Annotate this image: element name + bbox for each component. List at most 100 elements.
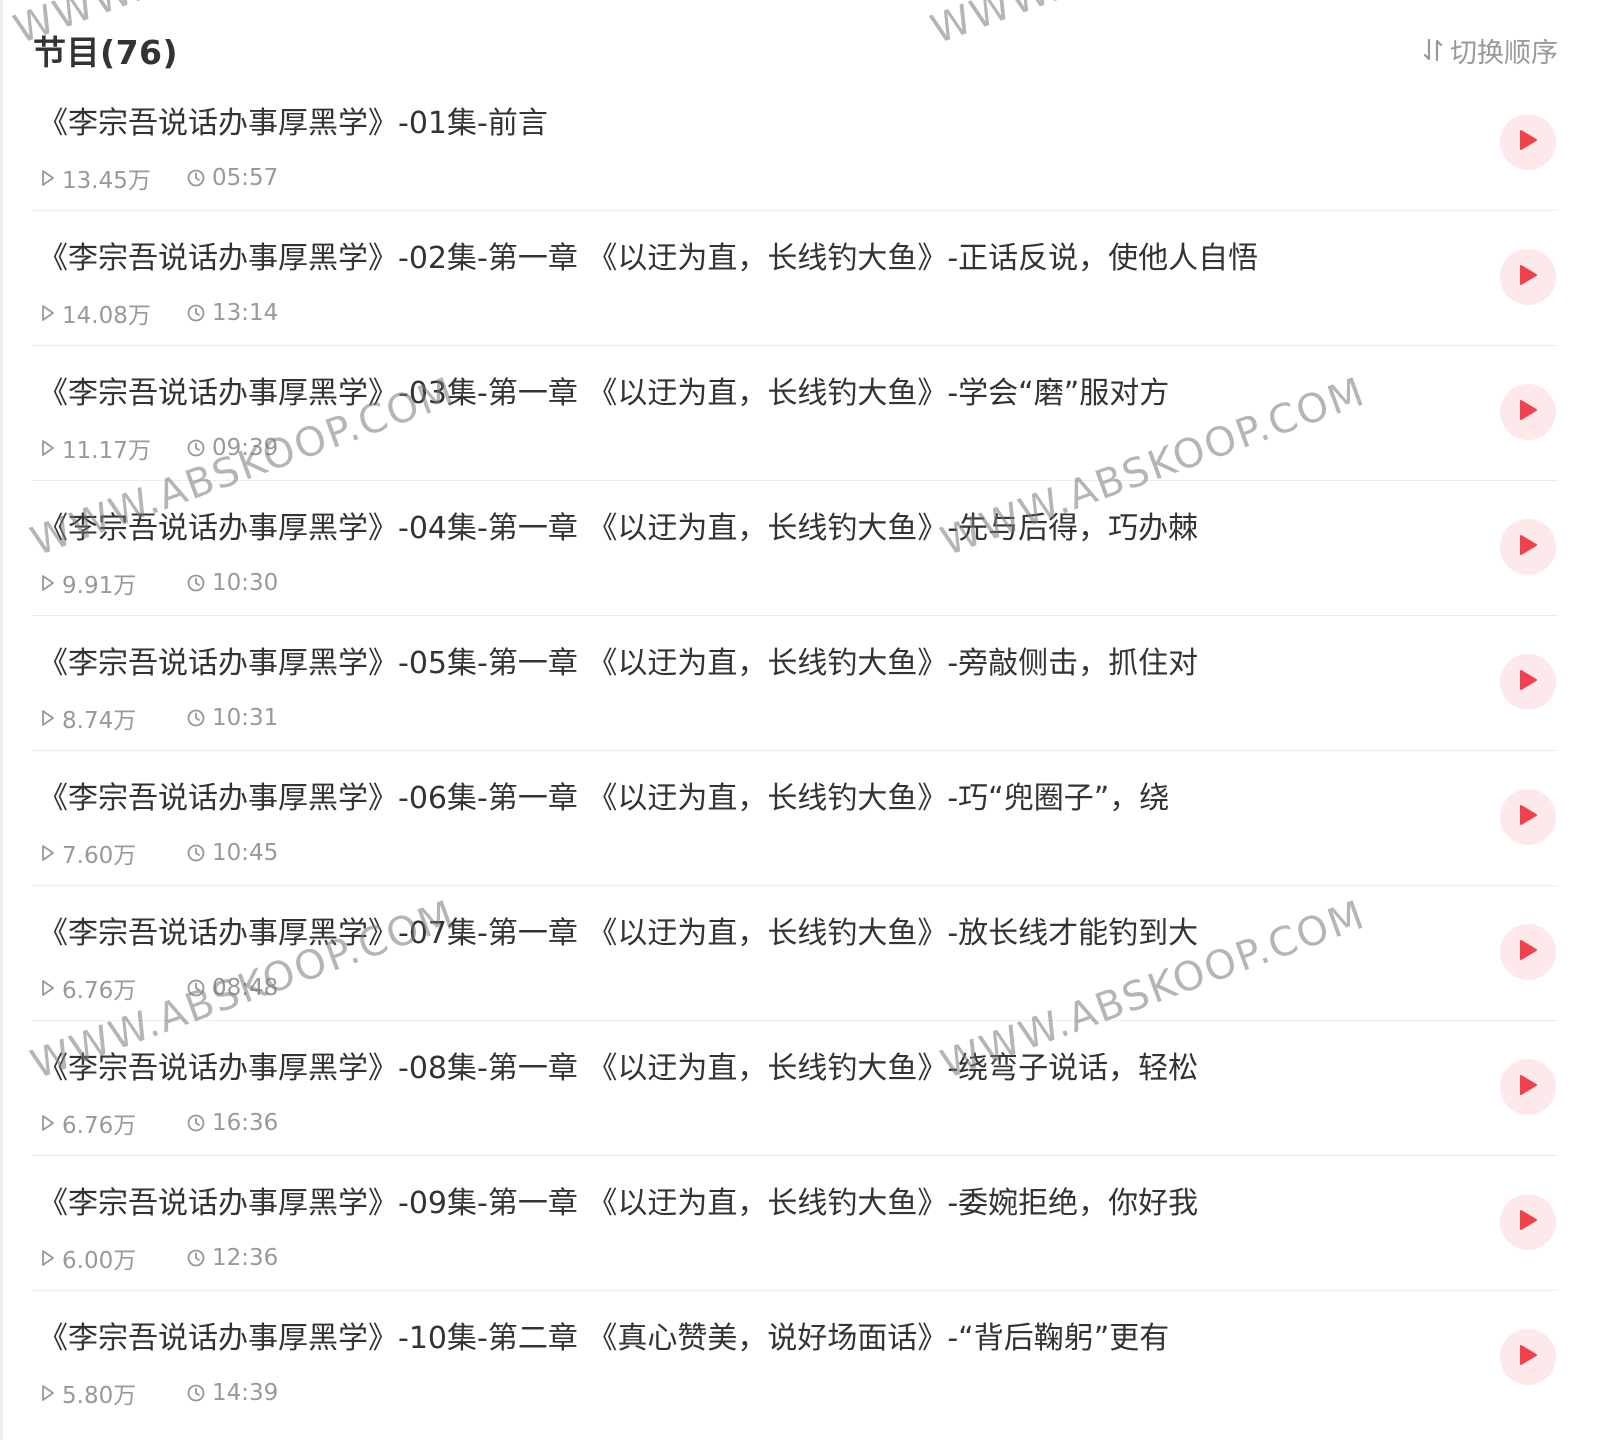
duration: 05:57 bbox=[186, 165, 278, 191]
episode-title[interactable]: 《李宗吾说话办事厚黑学》-04集-第一章 《以迂为直，长线钓大鱼》-先与后得，巧… bbox=[38, 503, 1438, 547]
episode-meta: 14.08万 13:14 bbox=[40, 296, 278, 330]
play-button[interactable] bbox=[1500, 249, 1556, 305]
play-button[interactable] bbox=[1500, 924, 1556, 980]
sort-order-icon bbox=[1422, 37, 1444, 63]
left-border bbox=[0, 0, 3, 1440]
episode-row[interactable]: 《李宗吾说话办事厚黑学》-01集-前言 13.45万 05:57 bbox=[32, 76, 1558, 211]
duration-value: 10:45 bbox=[212, 840, 279, 866]
play-button[interactable] bbox=[1500, 114, 1556, 170]
episode-row[interactable]: 《李宗吾说话办事厚黑学》-07集-第一章 《以迂为直，长线钓大鱼》-放长线才能钓… bbox=[32, 886, 1558, 1021]
page-title: 节目(76) bbox=[33, 33, 179, 72]
episode-title[interactable]: 《李宗吾说话办事厚黑学》-08集-第一章 《以迂为直，长线钓大鱼》-绕弯子说话，… bbox=[38, 1043, 1438, 1087]
episode-meta: 9.91万 10:30 bbox=[40, 566, 278, 600]
episode-row[interactable]: 《李宗吾说话办事厚黑学》-05集-第一章 《以迂为直，长线钓大鱼》-旁敲侧击，抓… bbox=[32, 616, 1558, 751]
episode-row[interactable]: 《李宗吾说话办事厚黑学》-06集-第一章 《以迂为直，长线钓大鱼》-巧“兜圈子”… bbox=[32, 751, 1558, 886]
play-count-value: 13.45万 bbox=[62, 168, 151, 194]
episode-meta: 5.80万 14:39 bbox=[40, 1376, 278, 1410]
clock-icon bbox=[186, 978, 206, 998]
duration-value: 10:30 bbox=[212, 570, 279, 596]
episode-title[interactable]: 《李宗吾说话办事厚黑学》-10集-第二章 《真心赞美，说好场面话》-“背后鞠躬”… bbox=[38, 1313, 1438, 1357]
duration: 09:39 bbox=[186, 435, 278, 461]
play-count-icon bbox=[40, 574, 56, 592]
play-count-icon bbox=[40, 1249, 56, 1267]
sort-toggle-label: 切换顺序 bbox=[1450, 37, 1558, 69]
play-count-value: 14.08万 bbox=[62, 303, 151, 329]
episode-title[interactable]: 《李宗吾说话办事厚黑学》-06集-第一章 《以迂为直，长线钓大鱼》-巧“兜圈子”… bbox=[38, 773, 1438, 817]
clock-icon bbox=[186, 843, 206, 863]
play-icon bbox=[1517, 1208, 1539, 1236]
play-count: 14.08万 bbox=[40, 296, 186, 330]
play-button[interactable] bbox=[1500, 384, 1556, 440]
play-count: 6.00万 bbox=[40, 1241, 186, 1275]
episode-row[interactable]: 《李宗吾说话办事厚黑学》-02集-第一章 《以迂为直，长线钓大鱼》-正话反说，使… bbox=[32, 211, 1558, 346]
play-button[interactable] bbox=[1500, 1194, 1556, 1250]
play-button[interactable] bbox=[1500, 789, 1556, 845]
play-count: 7.60万 bbox=[40, 836, 186, 870]
episode-meta: 6.76万 16:36 bbox=[40, 1106, 278, 1140]
episode-title[interactable]: 《李宗吾说话办事厚黑学》-09集-第一章 《以迂为直，长线钓大鱼》-委婉拒绝，你… bbox=[38, 1178, 1438, 1222]
duration: 12:36 bbox=[186, 1245, 278, 1271]
duration-value: 05:57 bbox=[212, 165, 279, 191]
duration-value: 13:14 bbox=[212, 300, 279, 326]
episode-meta: 7.60万 10:45 bbox=[40, 836, 278, 870]
play-count-icon bbox=[40, 709, 56, 727]
play-icon bbox=[1517, 263, 1539, 291]
play-button[interactable] bbox=[1500, 519, 1556, 575]
play-count-icon bbox=[40, 1384, 56, 1402]
play-count-value: 8.74万 bbox=[62, 708, 137, 734]
duration: 10:31 bbox=[186, 705, 278, 731]
episode-row[interactable]: 《李宗吾说话办事厚黑学》-04集-第一章 《以迂为直，长线钓大鱼》-先与后得，巧… bbox=[32, 481, 1558, 616]
episode-title[interactable]: 《李宗吾说话办事厚黑学》-01集-前言 bbox=[38, 98, 1438, 142]
play-count: 8.74万 bbox=[40, 701, 186, 735]
play-button[interactable] bbox=[1500, 1059, 1556, 1115]
episode-meta: 11.17万 09:39 bbox=[40, 431, 278, 465]
duration: 10:30 bbox=[186, 570, 278, 596]
episode-meta: 13.45万 05:57 bbox=[40, 161, 278, 195]
programs-header: 节目(76) 切换顺序 bbox=[33, 20, 1558, 80]
play-icon bbox=[1517, 803, 1539, 831]
play-count-icon bbox=[40, 844, 56, 862]
play-count: 6.76万 bbox=[40, 971, 186, 1005]
episode-list: 《李宗吾说话办事厚黑学》-01集-前言 13.45万 05:57 《李宗吾说话办事厚黑… bbox=[32, 76, 1558, 1426]
duration-value: 10:31 bbox=[212, 705, 279, 731]
play-count-value: 11.17万 bbox=[62, 438, 151, 464]
play-count-icon bbox=[40, 169, 56, 187]
play-icon bbox=[1517, 938, 1539, 966]
play-count-value: 7.60万 bbox=[62, 843, 137, 869]
clock-icon bbox=[186, 573, 206, 593]
clock-icon bbox=[186, 1113, 206, 1133]
clock-icon bbox=[186, 303, 206, 323]
duration-value: 12:36 bbox=[212, 1245, 279, 1271]
play-count: 5.80万 bbox=[40, 1376, 186, 1410]
play-count: 6.76万 bbox=[40, 1106, 186, 1140]
episode-row[interactable]: 《李宗吾说话办事厚黑学》-10集-第二章 《真心赞美，说好场面话》-“背后鞠躬”… bbox=[32, 1291, 1558, 1426]
duration: 16:36 bbox=[186, 1110, 278, 1136]
play-count-icon bbox=[40, 304, 56, 322]
clock-icon bbox=[186, 1383, 206, 1403]
episode-title[interactable]: 《李宗吾说话办事厚黑学》-07集-第一章 《以迂为直，长线钓大鱼》-放长线才能钓… bbox=[38, 908, 1438, 952]
episode-title[interactable]: 《李宗吾说话办事厚黑学》-03集-第一章 《以迂为直，长线钓大鱼》-学会“磨”服… bbox=[38, 368, 1438, 412]
episode-row[interactable]: 《李宗吾说话办事厚黑学》-08集-第一章 《以迂为直，长线钓大鱼》-绕弯子说话，… bbox=[32, 1021, 1558, 1156]
play-count: 11.17万 bbox=[40, 431, 186, 465]
play-count: 9.91万 bbox=[40, 566, 186, 600]
clock-icon bbox=[186, 438, 206, 458]
clock-icon bbox=[186, 1248, 206, 1268]
play-count-value: 5.80万 bbox=[62, 1383, 137, 1409]
duration-value: 14:39 bbox=[212, 1380, 279, 1406]
play-icon bbox=[1517, 533, 1539, 561]
episode-title[interactable]: 《李宗吾说话办事厚黑学》-02集-第一章 《以迂为直，长线钓大鱼》-正话反说，使… bbox=[38, 233, 1438, 277]
duration-value: 09:39 bbox=[212, 435, 279, 461]
play-count-value: 6.00万 bbox=[62, 1248, 137, 1274]
episode-row[interactable]: 《李宗吾说话办事厚黑学》-09集-第一章 《以迂为直，长线钓大鱼》-委婉拒绝，你… bbox=[32, 1156, 1558, 1291]
play-button[interactable] bbox=[1500, 654, 1556, 710]
play-count-value: 6.76万 bbox=[62, 978, 137, 1004]
play-icon bbox=[1517, 668, 1539, 696]
play-icon bbox=[1517, 1073, 1539, 1101]
episode-title[interactable]: 《李宗吾说话办事厚黑学》-05集-第一章 《以迂为直，长线钓大鱼》-旁敲侧击，抓… bbox=[38, 638, 1438, 682]
episode-meta: 8.74万 10:31 bbox=[40, 701, 278, 735]
episode-row[interactable]: 《李宗吾说话办事厚黑学》-03集-第一章 《以迂为直，长线钓大鱼》-学会“磨”服… bbox=[32, 346, 1558, 481]
play-button[interactable] bbox=[1500, 1329, 1556, 1385]
episode-meta: 6.00万 12:36 bbox=[40, 1241, 278, 1275]
sort-toggle-button[interactable]: 切换顺序 bbox=[1422, 31, 1558, 70]
play-icon bbox=[1517, 398, 1539, 426]
